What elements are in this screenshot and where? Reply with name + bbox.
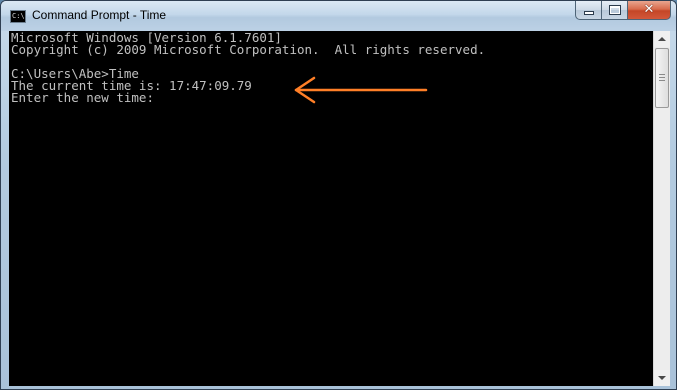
- title-bar[interactable]: C:\ Command Prompt - Time ✕: [1, 1, 676, 31]
- command-prompt-window: C:\ Command Prompt - Time ✕ Microsoft Wi…: [0, 0, 677, 390]
- grip-icon: [659, 74, 665, 81]
- console-line-copyright: Copyright (c) 2009 Microsoft Corporation…: [11, 42, 486, 57]
- caption-buttons: ✕: [575, 1, 671, 21]
- close-button[interactable]: ✕: [627, 1, 671, 20]
- close-icon: ✕: [643, 2, 655, 17]
- scroll-thumb[interactable]: [655, 48, 669, 108]
- arrow-down-icon: [658, 376, 666, 380]
- scroll-down-button[interactable]: [654, 370, 670, 386]
- minimize-icon: [585, 12, 593, 14]
- scroll-up-button[interactable]: [654, 31, 670, 47]
- vertical-scrollbar[interactable]: [653, 31, 670, 386]
- console-output[interactable]: Microsoft Windows [Version 6.1.7601] Cop…: [9, 31, 653, 386]
- command-prompt-icon[interactable]: C:\: [10, 10, 26, 23]
- maximize-icon: [610, 6, 620, 14]
- console-line-prompt[interactable]: Enter the new time:: [11, 91, 651, 104]
- maximize-button[interactable]: [601, 1, 627, 20]
- minimize-button[interactable]: [575, 1, 601, 20]
- arrow-up-icon: [658, 37, 666, 41]
- window-title: Command Prompt - Time: [32, 8, 167, 22]
